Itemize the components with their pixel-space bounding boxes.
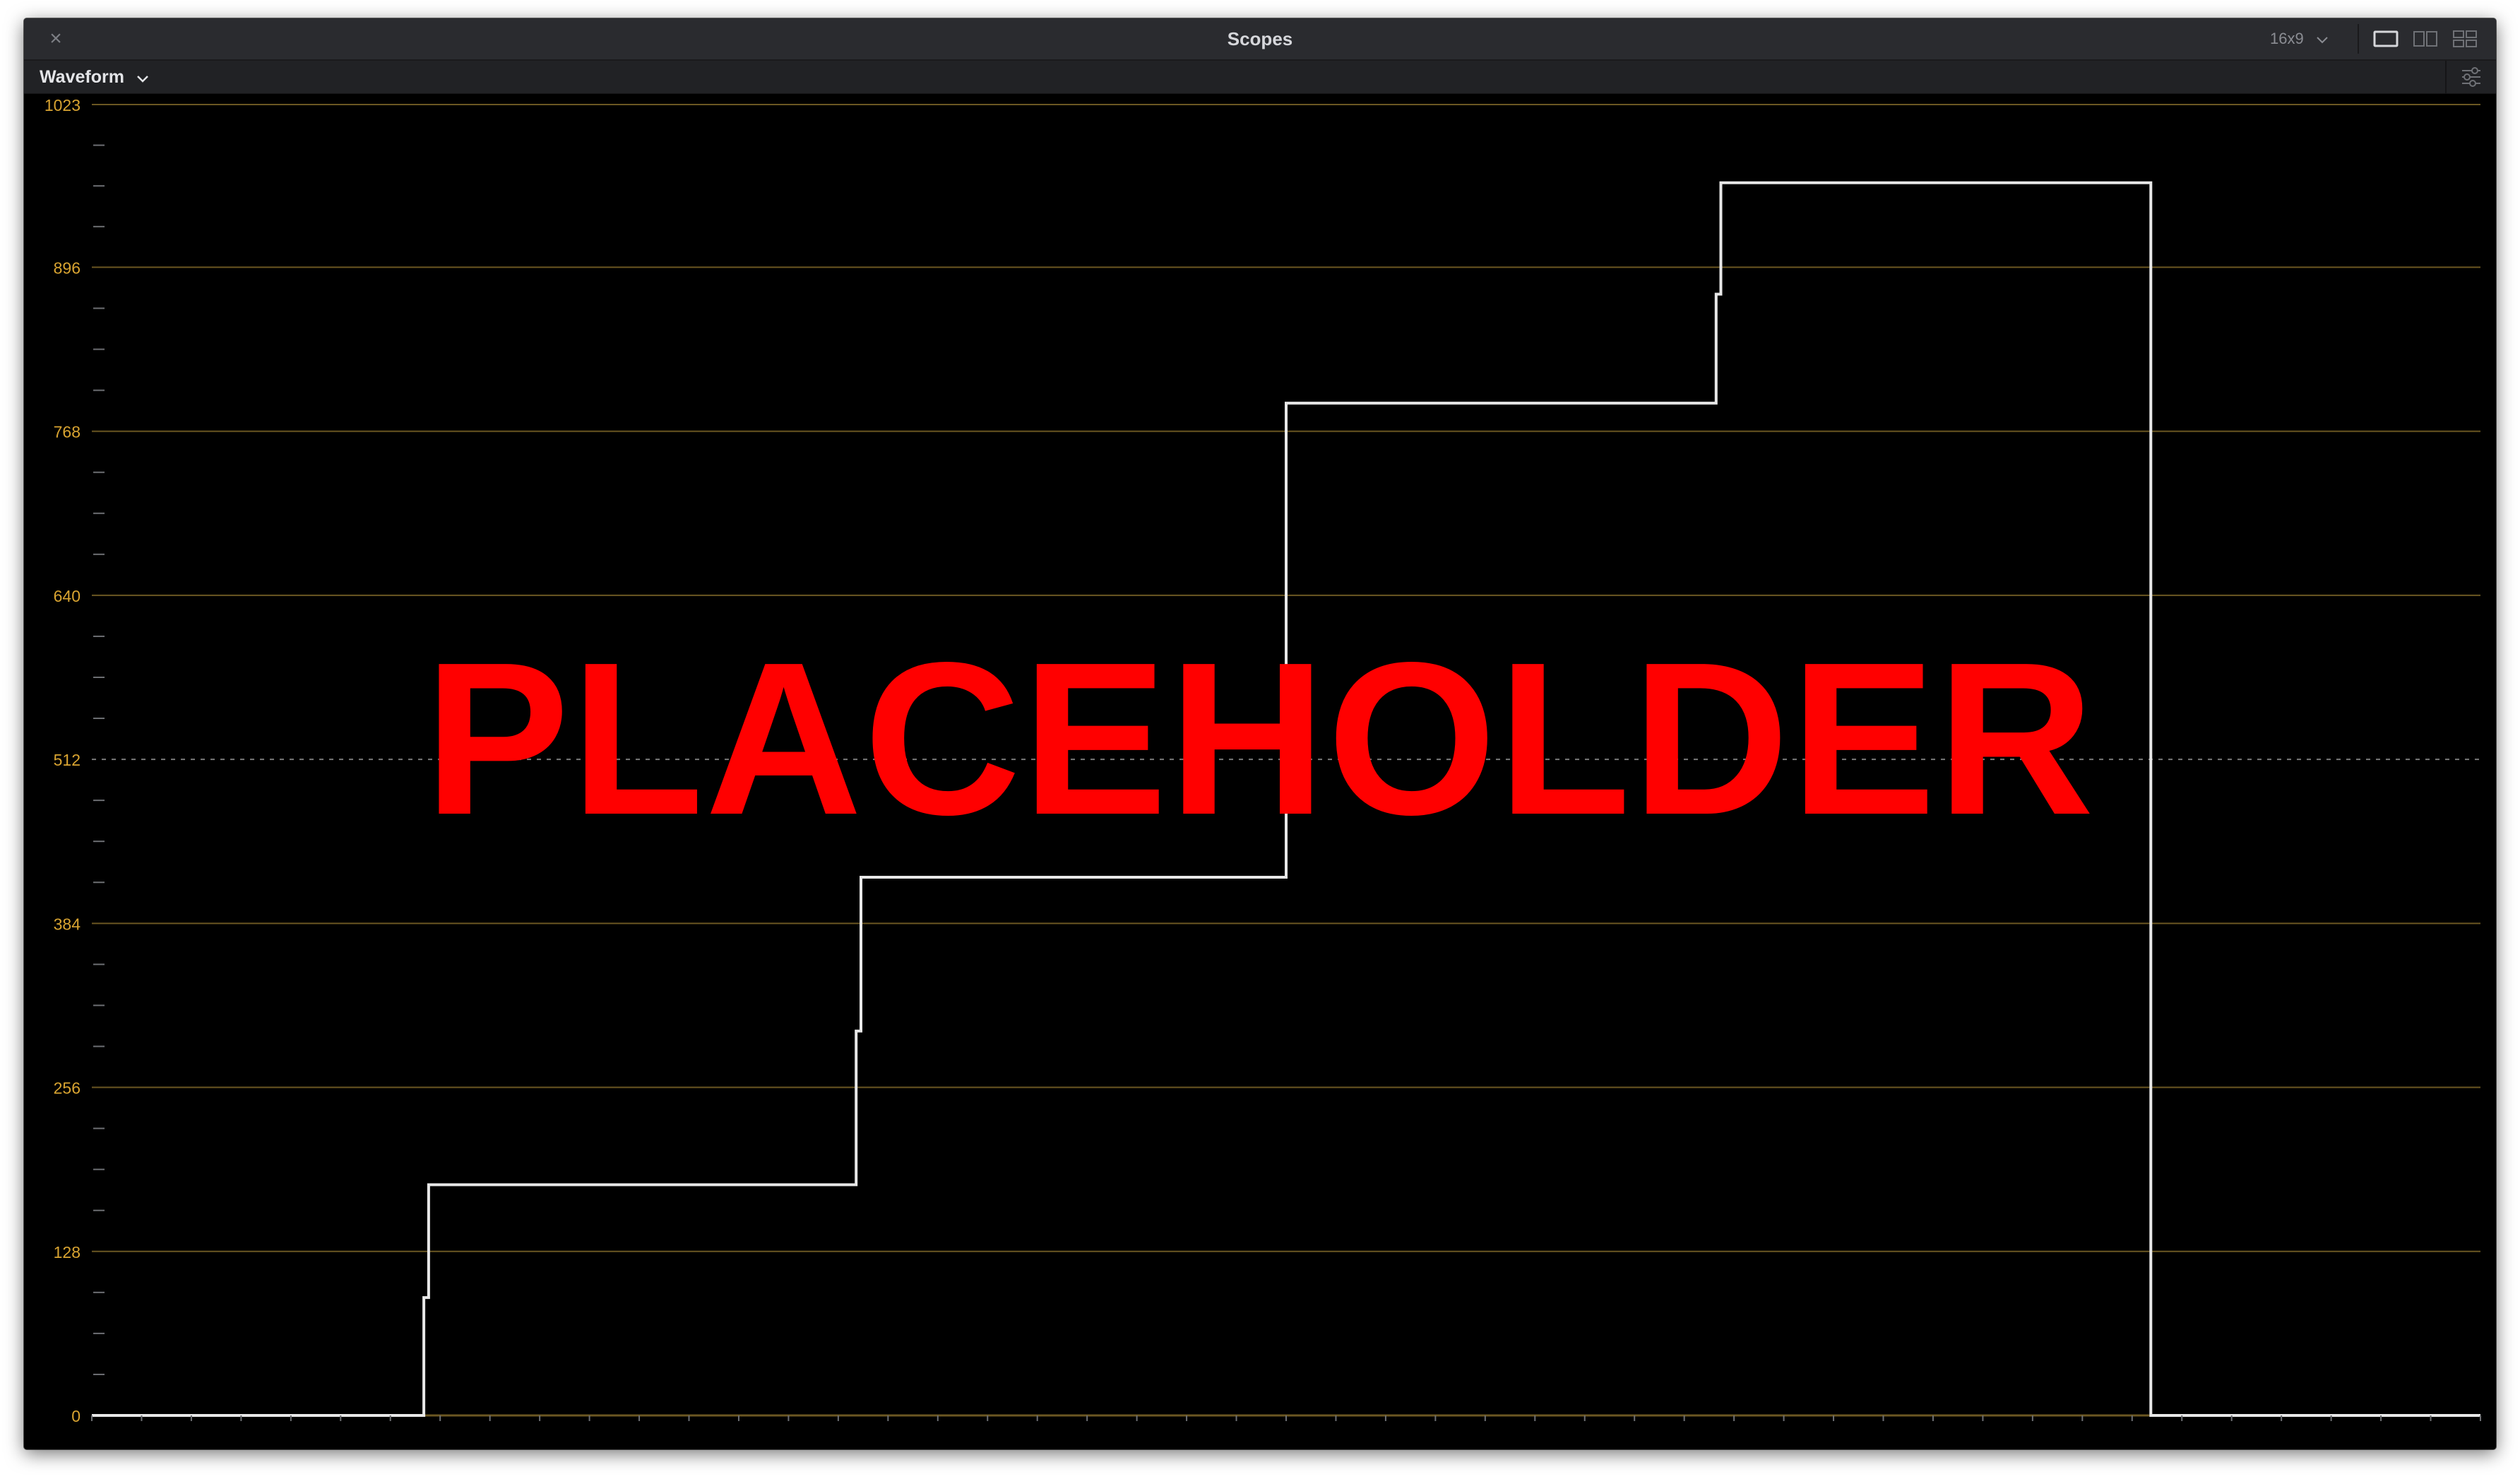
y-tick-label: 640 [54, 587, 81, 605]
y-tick-label: 896 [54, 259, 81, 277]
y-tick-label: 768 [54, 423, 81, 441]
y-tick-label: 128 [54, 1243, 81, 1261]
placeholder-overlay: PLACEHOLDER [424, 617, 2096, 860]
y-tick-label: 0 [71, 1407, 81, 1425]
y-tick-label: 384 [54, 915, 81, 933]
y-tick-label: 256 [54, 1079, 81, 1098]
y-tick-label: 1023 [44, 96, 81, 114]
scopes-window: × Scopes 16x9 Waveform 0 128 256 384 512… [24, 18, 2496, 1449]
